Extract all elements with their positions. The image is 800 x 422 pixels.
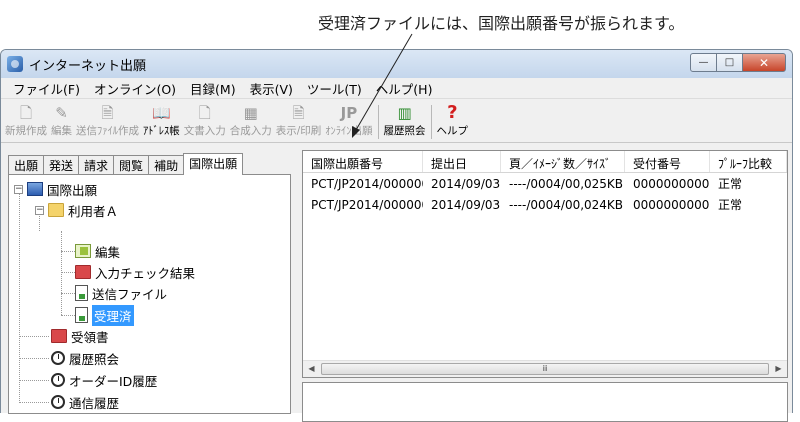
tree-node-accepted[interactable]: 受理済	[75, 305, 134, 325]
tab-filing[interactable]: 出願	[8, 155, 44, 175]
toolbar-separator	[378, 105, 379, 139]
new-document-icon: 🗋	[20, 103, 32, 123]
menu-catalog[interactable]: 目録(M)	[184, 79, 244, 98]
folder-icon	[48, 203, 64, 217]
tree-node-receipt[interactable]: 受領書	[51, 326, 109, 346]
tree-node-root[interactable]: − 国際出願	[14, 179, 97, 199]
create-send-file-icon: 🗎	[101, 103, 113, 123]
tree-node-order-id-history[interactable]: オーダーID履歴	[51, 370, 157, 390]
maximize-button[interactable]: □	[716, 53, 743, 72]
close-button[interactable]: ✕	[742, 53, 786, 72]
new-document-button[interactable]: 🗋 新規作成	[5, 103, 47, 138]
column-pages-images-size[interactable]: 頁／ｲﾒｰｼﾞ数／ｻｲｽﾞ	[501, 151, 625, 172]
column-receipt-number[interactable]: 受付番号	[625, 151, 710, 172]
tab-international-filing[interactable]: 国際出願	[183, 153, 243, 175]
address-book-button[interactable]: 📖 ｱﾄﾞﾚｽ帳	[143, 103, 180, 138]
menu-online[interactable]: オンライン(O)	[88, 79, 184, 98]
composite-input-button[interactable]: ▦ 合成入力	[230, 103, 272, 138]
tree-node-user[interactable]: − 利用者Ａ	[35, 200, 118, 220]
help-button[interactable]: ? ヘルプ	[437, 103, 469, 138]
scroll-right-icon[interactable]: ▶	[770, 361, 787, 377]
history-inquiry-button[interactable]: ▥ 履歴照会	[384, 103, 426, 138]
tab-auxiliary[interactable]: 補助	[148, 155, 184, 175]
online-filing-button[interactable]: JP ｵﾝﾗｲﾝ出願	[325, 103, 372, 138]
scroll-thumb[interactable]: ⅲ	[321, 363, 769, 375]
tab-request[interactable]: 請求	[78, 155, 114, 175]
red-folder-icon	[75, 265, 91, 279]
edit-button[interactable]: ✎ 編集	[51, 103, 72, 138]
category-tabs: 出願 発送 請求 閲覧 補助 国際出願	[8, 153, 291, 175]
file-list-view: 国際出願番号 提出日 頁／ｲﾒｰｼﾞ数／ｻｲｽﾞ 受付番号 ﾌﾟﾙｰﾌ比較 PC…	[302, 150, 788, 378]
menu-help[interactable]: ヘルプ(H)	[370, 79, 441, 98]
send-file-icon	[75, 285, 88, 301]
left-pane: 出願 発送 請求 閲覧 補助 国際出願 − 国際出願 − 利用者Ａ 編集	[8, 153, 291, 417]
document-input-button[interactable]: 🗋 文書入力	[184, 103, 226, 138]
composite-input-icon: ▦	[244, 103, 258, 123]
tree-node-edit[interactable]: 編集	[75, 241, 120, 261]
online-filing-icon: JP	[341, 103, 358, 123]
minimize-button[interactable]: —	[690, 53, 717, 72]
title-bar: インターネット出願 — □ ✕	[1, 50, 792, 78]
menu-view[interactable]: 表示(V)	[244, 79, 301, 98]
menu-tools[interactable]: ツール(T)	[301, 79, 370, 98]
menu-file[interactable]: ファイル(F)	[7, 79, 88, 98]
toolbar: 🗋 新規作成 ✎ 編集 🗎 送信ﾌｧｲﾙ作成 📖 ｱﾄﾞﾚｽ帳 🗋 文書入力 ▦…	[1, 99, 792, 143]
column-proof-compare[interactable]: ﾌﾟﾙｰﾌ比較	[710, 151, 787, 172]
tree-node-input-check[interactable]: 入力チェック結果	[75, 262, 195, 282]
tree-node-comm-history[interactable]: 通信履歴	[51, 392, 119, 412]
edit-icon: ✎	[55, 103, 68, 123]
help-icon: ?	[447, 103, 457, 123]
annotation-callout: 受理済ファイルには、国際出願番号が振られます。	[318, 10, 684, 34]
collapse-icon[interactable]: −	[14, 185, 23, 194]
tab-browse[interactable]: 閲覧	[113, 155, 149, 175]
column-submit-date[interactable]: 提出日	[423, 151, 501, 172]
table-row[interactable]: PCT/JP2014/000000 2014/09/03 ----/0004/0…	[303, 173, 787, 194]
document-input-icon: 🗋	[199, 103, 211, 123]
red-folder-icon	[51, 329, 67, 343]
list-header: 国際出願番号 提出日 頁／ｲﾒｰｼﾞ数／ｻｲｽﾞ 受付番号 ﾌﾟﾙｰﾌ比較	[303, 151, 787, 173]
toolbar-separator	[431, 105, 432, 139]
column-international-app-number[interactable]: 国際出願番号	[303, 151, 423, 172]
table-row[interactable]: PCT/JP2014/000000 2014/09/03 ----/0004/0…	[303, 194, 787, 215]
clock-icon	[51, 395, 65, 409]
display-print-button[interactable]: 🗎 表示/印刷	[276, 103, 322, 138]
network-icon	[27, 182, 43, 196]
folder-tree: − 国際出願 − 利用者Ａ 編集 入力チェック結果 送信ファイル 受理済 受領書	[8, 174, 291, 414]
tree-node-history[interactable]: 履歴照会	[51, 348, 119, 368]
address-book-icon: 📖	[152, 103, 171, 123]
edit-folder-icon	[75, 244, 91, 258]
clock-icon	[51, 351, 65, 365]
display-print-icon: 🗎	[292, 103, 304, 123]
tree-node-send-file[interactable]: 送信ファイル	[75, 283, 167, 303]
collapse-icon[interactable]: −	[35, 206, 44, 215]
clock-icon	[51, 373, 65, 387]
horizontal-scrollbar[interactable]: ◀ ⅲ ▶	[303, 360, 787, 377]
menu-bar: ファイル(F) オンライン(O) 目録(M) 表示(V) ツール(T) ヘルプ(…	[1, 78, 792, 99]
app-icon	[7, 56, 23, 72]
tab-dispatch[interactable]: 発送	[43, 155, 79, 175]
create-send-file-button[interactable]: 🗎 送信ﾌｧｲﾙ作成	[76, 103, 139, 138]
scroll-left-icon[interactable]: ◀	[303, 361, 320, 377]
history-inquiry-icon: ▥	[397, 103, 411, 123]
preview-pane	[302, 382, 788, 422]
accepted-file-icon	[75, 307, 88, 323]
window-title: インターネット出願	[29, 55, 146, 74]
